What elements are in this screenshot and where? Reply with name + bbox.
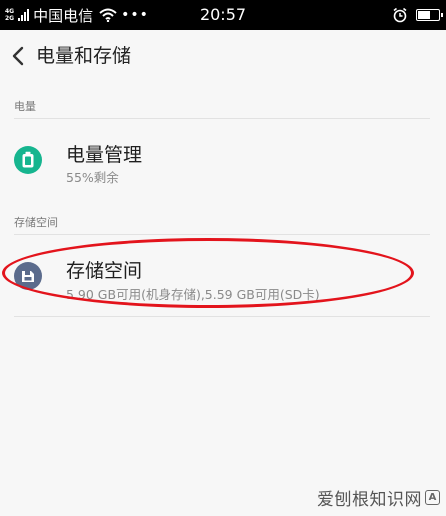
item-subtitle: 55%剩余 bbox=[66, 170, 119, 185]
section-label-storage: 存储空间 bbox=[14, 216, 58, 229]
status-time: 20:57 bbox=[199, 5, 247, 24]
divider bbox=[14, 234, 430, 235]
chevron-left-icon bbox=[12, 46, 24, 66]
divider bbox=[14, 316, 430, 317]
page-title: 电量和存储 bbox=[36, 45, 132, 67]
back-button[interactable] bbox=[6, 42, 30, 70]
battery-status-icon bbox=[416, 9, 443, 21]
item-title: 电量管理 bbox=[66, 144, 143, 166]
highlight-annotation bbox=[2, 238, 414, 308]
divider bbox=[14, 118, 430, 119]
watermark-badge-icon: A bbox=[425, 490, 440, 505]
section-label-power: 电量 bbox=[14, 100, 36, 113]
status-bar: 4G 2G 中国电信 ••• 20:57 bbox=[0, 0, 446, 30]
watermark: 爱刨根知识网 A bbox=[317, 485, 440, 510]
alarm-icon bbox=[393, 7, 407, 23]
list-item-power-management[interactable]: 电量管理 55%剩余 bbox=[0, 122, 446, 198]
app-header: 电量和存储 bbox=[0, 30, 446, 82]
status-right bbox=[392, 0, 443, 30]
watermark-text: 爱刨根知识网 bbox=[317, 490, 422, 510]
battery-icon bbox=[14, 146, 42, 174]
